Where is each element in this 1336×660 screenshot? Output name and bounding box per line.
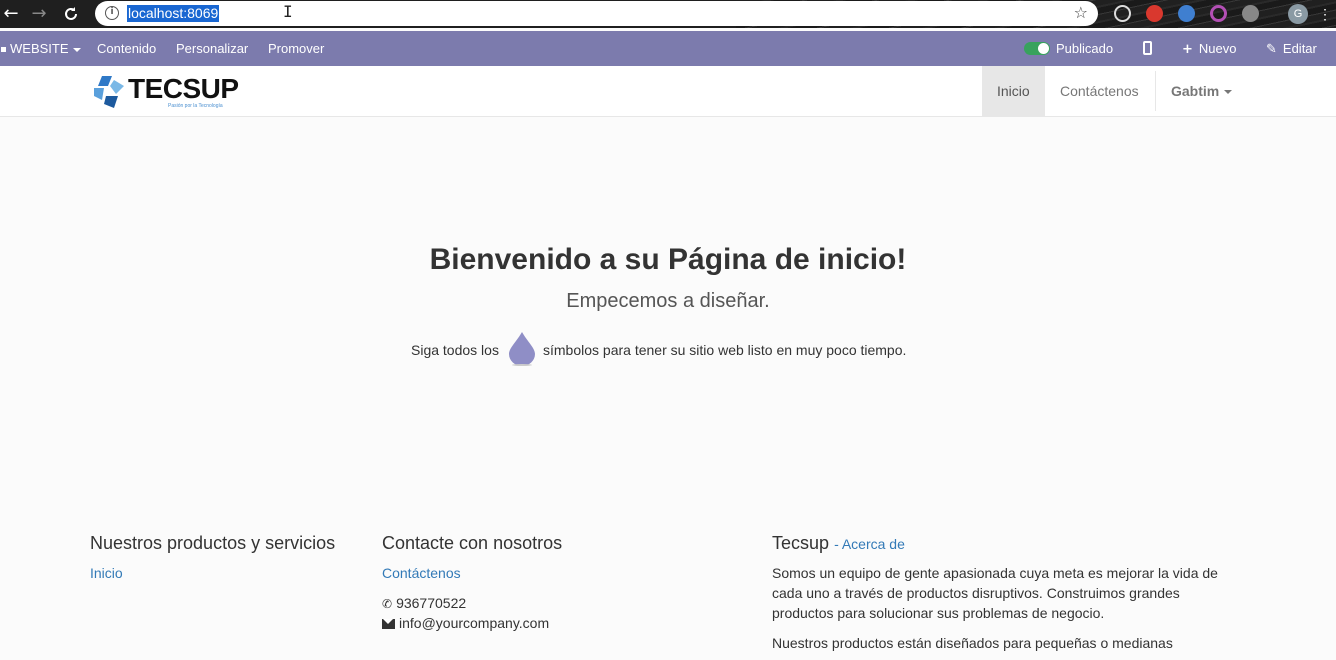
globe-extension-icon[interactable] (1178, 5, 1195, 22)
apps-icon (0, 46, 7, 54)
envelope-icon (382, 619, 395, 629)
mobile-preview-icon[interactable] (1143, 41, 1152, 55)
tecsup-logo-icon (94, 76, 124, 108)
footer-contact-heading: Contacte con nosotros (382, 533, 563, 553)
promote-menu[interactable]: Promover (268, 31, 324, 66)
footer-link-inicio[interactable]: Inicio (90, 565, 123, 581)
page-title: Bienvenido a su Página de inicio! (0, 243, 1336, 277)
logo-text: TECSUP (128, 73, 239, 104)
bookmark-star-icon[interactable]: ☆ (1074, 3, 1088, 22)
user-menu-label: Gabtim (1171, 83, 1220, 99)
published-toggle[interactable] (1024, 42, 1050, 55)
back-icon[interactable]: ← (0, 3, 22, 25)
about-link[interactable]: - Acerca de (834, 536, 905, 552)
site-logo[interactable]: TECSUP Pasión por la Tecnología (92, 72, 239, 112)
about-company-name: Tecsup (772, 533, 830, 553)
forward-icon[interactable]: → (28, 3, 50, 25)
adblock-icon[interactable] (1146, 5, 1163, 22)
edit-button-label: Editar (1282, 41, 1317, 56)
customize-menu[interactable]: Personalizar (176, 31, 248, 66)
footer-about-text-2: Nuestros productos están diseñados para … (772, 635, 1173, 651)
chevron-down-icon (1224, 90, 1233, 95)
website-admin-bar: WEBSITE Contenido Personalizar Promover … (0, 31, 1336, 66)
opera-extension-icon[interactable] (1210, 5, 1227, 22)
phone-icon: ✆ (382, 597, 393, 611)
footer-phone: ✆ 936770522 (382, 593, 466, 614)
about-line: cada uno a través de productos disruptiv… (772, 585, 1180, 601)
reload-icon[interactable] (60, 3, 82, 25)
website-menu[interactable]: WEBSITE (0, 31, 81, 66)
published-label[interactable]: Publicado (1056, 31, 1113, 66)
footer-about-text: Somos un equipo de gente apasionada cuya… (772, 563, 1218, 623)
profile-avatar[interactable]: G (1288, 4, 1308, 24)
about-line: productos para solucionar sus problemas … (772, 605, 1105, 621)
logo-tagline: Pasión por la Tecnología (168, 103, 223, 109)
footer-email: info@yourcompany.com (382, 613, 549, 633)
page-subtitle: Empecemos a diseñar. (566, 290, 770, 312)
website-menu-label: WEBSITE (10, 41, 69, 56)
pencil-icon: ✎ (1266, 42, 1277, 57)
plus-icon: + (1182, 42, 1193, 57)
about-line: Somos un equipo de gente apasionada cuya… (772, 565, 1218, 581)
footer-about-heading: Tecsup - Acerca de (772, 533, 905, 554)
address-url[interactable]: localhost:8069 (127, 5, 220, 22)
site-header: TECSUP Pasión por la Tecnología Inicio C… (0, 66, 1336, 117)
edit-button[interactable]: ✎ Editar (1266, 31, 1317, 66)
footer-link-contactenos[interactable]: Contáctenos (382, 565, 461, 581)
title-prefix: Bienvenido a su (429, 243, 668, 276)
nav-item-contactenos[interactable]: Contáctenos (1045, 66, 1154, 116)
content-menu[interactable]: Contenido (97, 31, 156, 66)
site-info-icon[interactable]: i (105, 6, 119, 20)
text-cursor-icon: I (283, 2, 293, 21)
droplet-icon (509, 332, 535, 366)
new-button[interactable]: + Nuevo (1182, 31, 1236, 66)
nav-item-inicio[interactable]: Inicio (982, 66, 1045, 116)
footer-products-heading: Nuestros productos y servicios (90, 533, 336, 553)
chevron-down-icon (72, 47, 81, 52)
hint-text-end: símbolos para tener su sitio web listo e… (543, 342, 907, 358)
react-devtools-icon[interactable] (1114, 5, 1131, 22)
new-button-label: Nuevo (1198, 41, 1237, 56)
browser-menu-icon[interactable]: ⋮ (1318, 4, 1332, 24)
address-bar[interactable]: i localhost:8069 ☆ (95, 1, 1098, 26)
hint-text-start: Siga todos los (411, 342, 499, 358)
title-bold: Página de inicio (668, 243, 897, 276)
browser-toolbar: ← → i localhost:8069 ☆ I G ⋮ (0, 0, 1336, 28)
settings-extension-icon[interactable] (1242, 5, 1259, 22)
title-suffix: ! (896, 243, 907, 276)
phone-number: 936770522 (396, 595, 467, 611)
user-menu[interactable]: Gabtim (1156, 66, 1247, 116)
email-address[interactable]: info@yourcompany.com (399, 615, 549, 631)
